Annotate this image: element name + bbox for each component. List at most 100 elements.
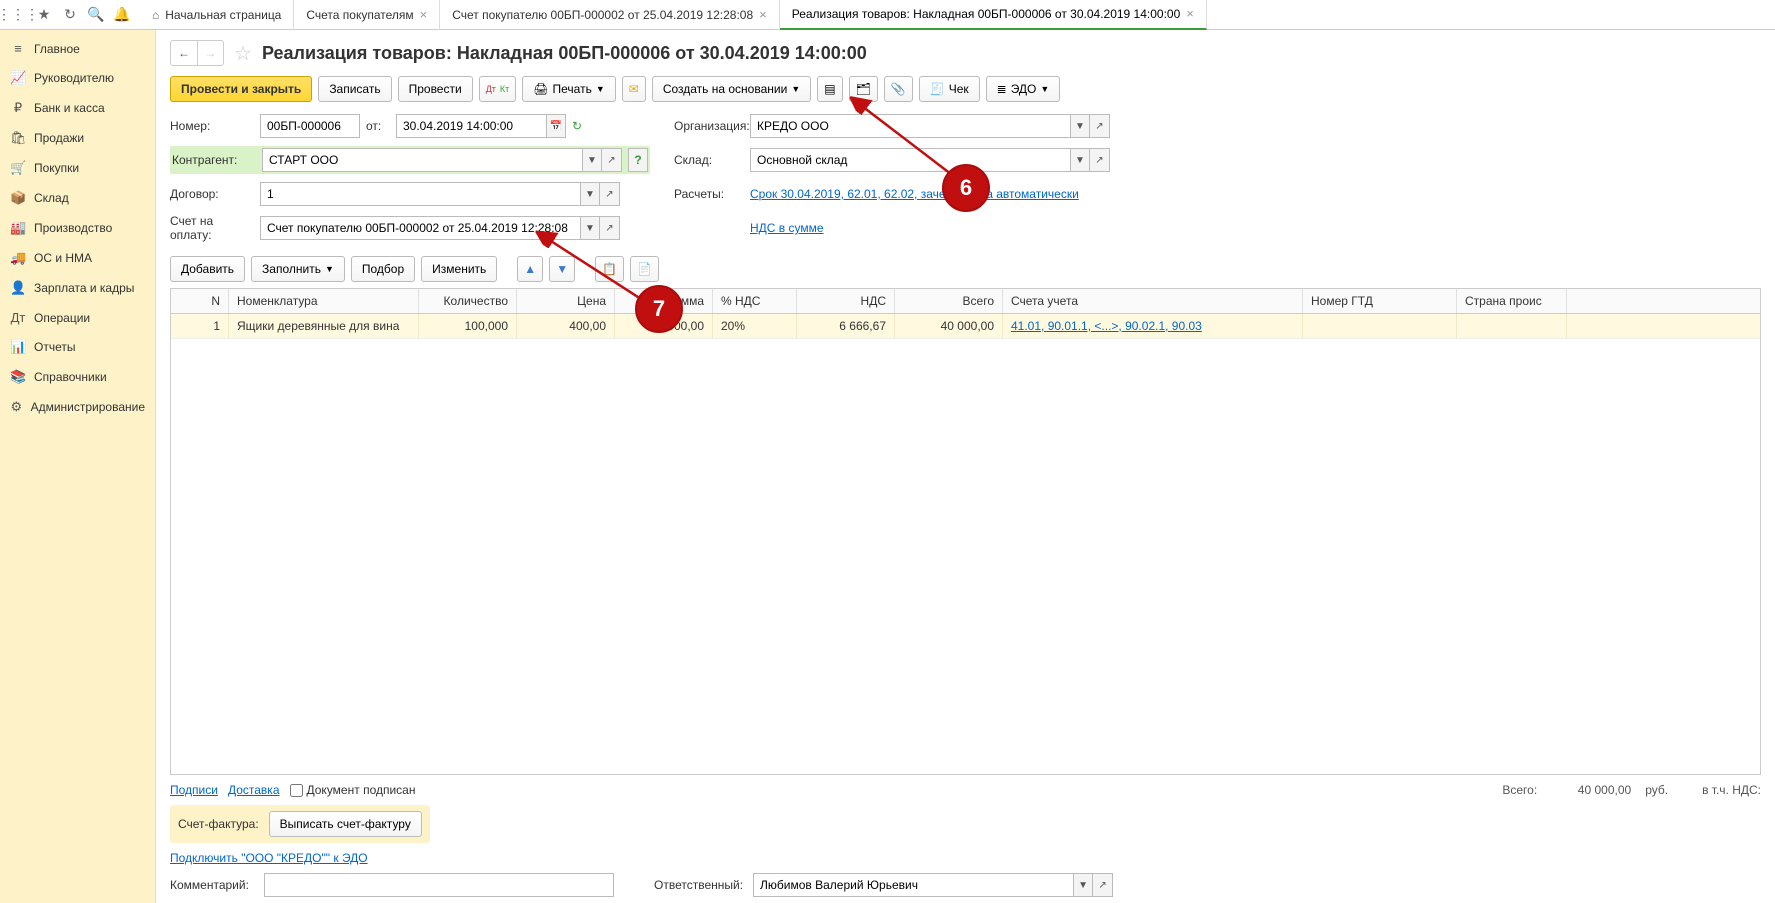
close-icon[interactable]: ×	[1186, 6, 1194, 21]
search-icon[interactable]: 🔍	[84, 3, 108, 27]
dropdown-icon[interactable]: ▼	[580, 216, 600, 240]
close-icon[interactable]: ×	[420, 7, 428, 22]
number-field[interactable]	[260, 114, 360, 138]
cell: 20%	[713, 314, 797, 338]
copy-button[interactable]: 📋	[595, 256, 624, 282]
col-ctry[interactable]: Страна проис	[1457, 289, 1567, 313]
responsible-field[interactable]	[753, 873, 1073, 897]
write-sf-button[interactable]: Выписать счет-фактуру	[269, 811, 422, 837]
contract-field[interactable]	[260, 182, 580, 206]
sidebar-item[interactable]: 📚Справочники	[0, 362, 155, 392]
org-field[interactable]	[750, 114, 1070, 138]
structure-button[interactable]: 🗂	[849, 76, 878, 102]
back-button[interactable]: ←	[171, 41, 197, 65]
edo-button[interactable]: ≣ЭДО▼	[986, 76, 1061, 102]
attach-button[interactable]: 📎	[884, 76, 913, 102]
bell-icon[interactable]: 🔔	[110, 3, 134, 27]
apps-icon[interactable]: ⋮⋮⋮	[6, 3, 30, 27]
delivery-link[interactable]: Доставка	[228, 783, 280, 797]
sf-label: Счет-фактура:	[178, 817, 259, 831]
tab[interactable]: Счет покупателю 00БП-000002 от 25.04.201…	[440, 0, 779, 30]
open-icon[interactable]: ↗	[1093, 873, 1113, 897]
post-close-button[interactable]: Провести и закрыть	[170, 76, 312, 102]
open-icon[interactable]: ↗	[602, 148, 622, 172]
print-button[interactable]: 🖨Печать▼	[522, 76, 615, 102]
col-nom[interactable]: Номенклатура	[229, 289, 419, 313]
open-icon[interactable]: ↗	[600, 182, 620, 206]
col-gtd[interactable]: Номер ГТД	[1303, 289, 1457, 313]
warehouse-field[interactable]	[750, 148, 1070, 172]
col-price[interactable]: Цена	[517, 289, 615, 313]
sidebar-item[interactable]: ≡Главное	[0, 34, 155, 63]
dropdown-icon[interactable]: ▼	[1073, 873, 1093, 897]
add-button[interactable]: Добавить	[170, 256, 245, 282]
sidebar-icon: 📦	[10, 190, 26, 206]
fill-button[interactable]: Заполнить▼	[251, 256, 345, 282]
connect-edo-link[interactable]: Подключить "ООО "КРЕДО"" к ЭДО	[170, 851, 368, 865]
col-nds[interactable]: НДС	[797, 289, 895, 313]
comment-field[interactable]	[264, 873, 614, 897]
sidebar-item[interactable]: 🚚ОС и НМА	[0, 243, 155, 273]
open-icon[interactable]: ↗	[1090, 114, 1110, 138]
open-icon[interactable]: ↗	[1090, 148, 1110, 172]
check-button[interactable]: 🧾Чек	[919, 76, 980, 102]
move-down-button[interactable]: ▼	[549, 256, 575, 282]
col-qty[interactable]: Количество	[419, 289, 517, 313]
favorite-icon[interactable]: ☆	[234, 41, 252, 66]
dropdown-icon[interactable]: ▼	[1070, 148, 1090, 172]
col-n[interactable]: N	[171, 289, 229, 313]
history-icon[interactable]: ↻	[58, 3, 82, 27]
close-icon[interactable]: ×	[759, 7, 767, 22]
dtkt-button[interactable]: ДтКт	[479, 76, 517, 102]
accounts-link[interactable]: 41.01, 90.01.1, <...>, 90.02.1, 90.03	[1011, 319, 1202, 333]
record-button[interactable]: Записать	[318, 76, 391, 102]
cell: 40 000,00	[895, 314, 1003, 338]
forward-button[interactable]: →	[197, 41, 223, 65]
signatures-link[interactable]: Подписи	[170, 783, 218, 797]
calc-link[interactable]: Срок 30.04.2019, 62.01, 62.02, зачет ава…	[750, 187, 1079, 201]
col-acc[interactable]: Счета учета	[1003, 289, 1303, 313]
col-vat[interactable]: % НДС	[713, 289, 797, 313]
invoice-field[interactable]	[260, 216, 580, 240]
sidebar-item[interactable]: 📊Отчеты	[0, 332, 155, 362]
dropdown-icon[interactable]: ▼	[582, 148, 602, 172]
sidebar-item[interactable]: 👤Зарплата и кадры	[0, 273, 155, 303]
cell	[1457, 314, 1567, 338]
sidebar-icon: ≡	[10, 41, 26, 56]
mail-button[interactable]: ✉	[622, 76, 646, 102]
dropdown-icon[interactable]: ▼	[580, 182, 600, 206]
star-icon[interactable]: ★	[32, 3, 56, 27]
list-icon-button[interactable]: ▤	[817, 76, 842, 102]
paste-button[interactable]: 📄	[630, 256, 659, 282]
sidebar-label: Склад	[34, 191, 69, 205]
help-button[interactable]: ?	[628, 148, 648, 172]
open-icon[interactable]: ↗	[600, 216, 620, 240]
tab[interactable]: ⌂Начальная страница	[140, 0, 294, 30]
sidebar-item[interactable]: 📈Руководителю	[0, 63, 155, 93]
sidebar-item[interactable]: ДтОперации	[0, 303, 155, 332]
change-button[interactable]: Изменить	[421, 256, 497, 282]
sidebar-item[interactable]: 🛍Продажи	[0, 123, 155, 153]
date-field[interactable]	[396, 114, 546, 138]
doc-signed-checkbox[interactable]: Документ подписан	[290, 783, 416, 797]
vat-link[interactable]: НДС в сумме	[750, 221, 824, 235]
counterparty-field[interactable]	[262, 148, 582, 172]
sidebar-icon: ₽	[10, 100, 26, 116]
move-up-button[interactable]: ▲	[517, 256, 543, 282]
post-button[interactable]: Провести	[398, 76, 473, 102]
refresh-icon[interactable]: ↻	[572, 119, 582, 133]
tab[interactable]: Реализация товаров: Накладная 00БП-00000…	[780, 0, 1207, 30]
tabs: ⌂Начальная страницаСчета покупателям×Сче…	[140, 0, 1775, 30]
tab[interactable]: Счета покупателям×	[294, 0, 440, 30]
col-total[interactable]: Всего	[895, 289, 1003, 313]
sidebar-item[interactable]: ⚙Администрирование	[0, 392, 155, 422]
sidebar-item[interactable]: ₽Банк и касса	[0, 93, 155, 123]
table-row[interactable]: 1Ящики деревянные для вина100,000400,004…	[171, 314, 1760, 339]
sidebar-item[interactable]: 📦 Склад	[0, 183, 155, 213]
dropdown-icon[interactable]: ▼	[1070, 114, 1090, 138]
sidebar-item[interactable]: 🛒Покупки	[0, 153, 155, 183]
create-based-button[interactable]: Создать на основании▼	[652, 76, 811, 102]
sidebar-item[interactable]: 🏭Производство	[0, 213, 155, 243]
pick-button[interactable]: Подбор	[351, 256, 415, 282]
calendar-icon[interactable]: 📅	[546, 114, 566, 138]
